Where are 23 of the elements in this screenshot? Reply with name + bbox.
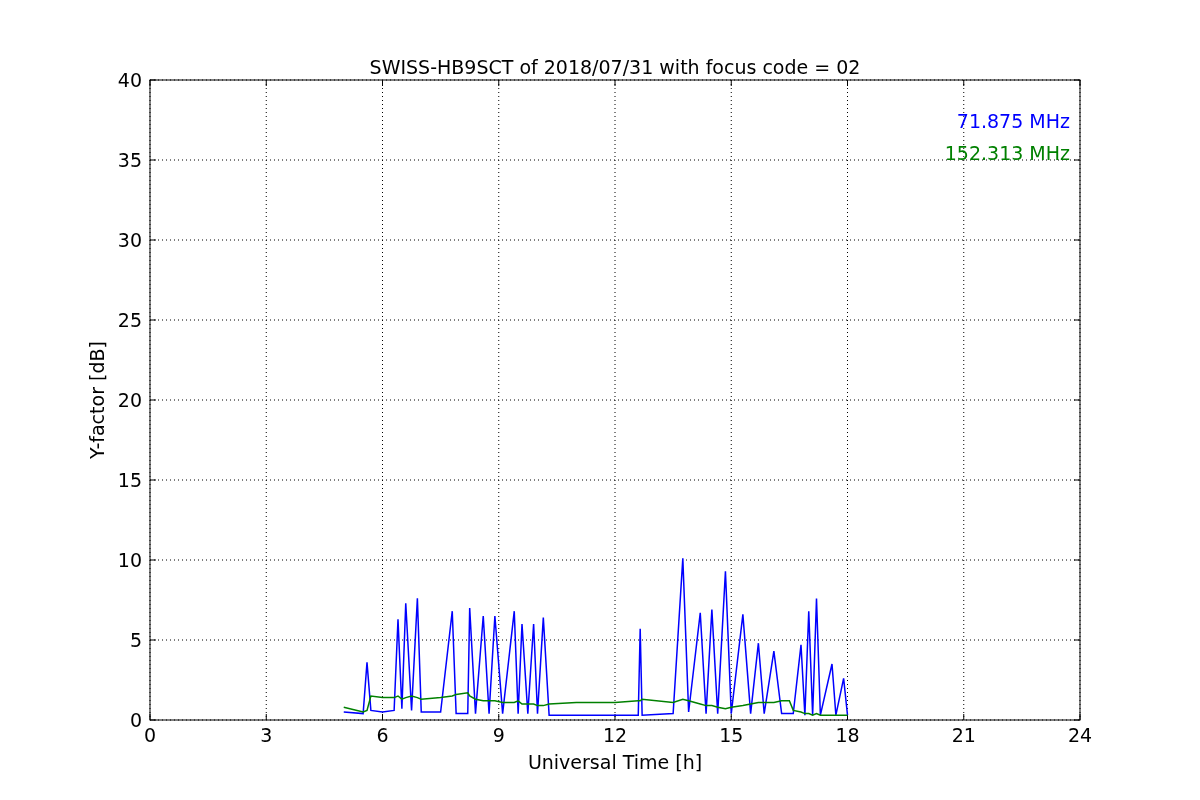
legend-label: 71.875 MHz xyxy=(956,110,1070,132)
tick-label: 0 xyxy=(143,724,157,746)
tick-label: 0 xyxy=(129,709,142,731)
tick-label: 35 xyxy=(117,149,142,171)
tick-label: 18 xyxy=(835,724,860,746)
tick-label: 21 xyxy=(951,724,976,746)
tick-label: 5 xyxy=(129,629,142,651)
tick-label: 40 xyxy=(117,69,142,91)
tick-label: 24 xyxy=(1067,724,1093,746)
tick-label: 10 xyxy=(117,549,142,571)
tick-label: 3 xyxy=(260,724,273,746)
tick-label: 20 xyxy=(117,389,142,411)
tick-label: 12 xyxy=(602,724,628,746)
y-axis-label: Y-factor [dB] xyxy=(86,341,108,459)
tick-label: 30 xyxy=(117,229,142,251)
tick-label: 15 xyxy=(117,469,142,491)
tick-label: 15 xyxy=(719,724,744,746)
tick-label: 9 xyxy=(492,724,505,746)
tick-label: 6 xyxy=(376,724,389,746)
tick-label: 25 xyxy=(117,309,142,331)
legend-label: 152.313 MHz xyxy=(944,142,1070,164)
chart-title: SWISS-HB9SCT of 2018/07/31 with focus code = 02 xyxy=(369,56,861,78)
x-axis-label: Universal Time [h] xyxy=(527,751,703,773)
